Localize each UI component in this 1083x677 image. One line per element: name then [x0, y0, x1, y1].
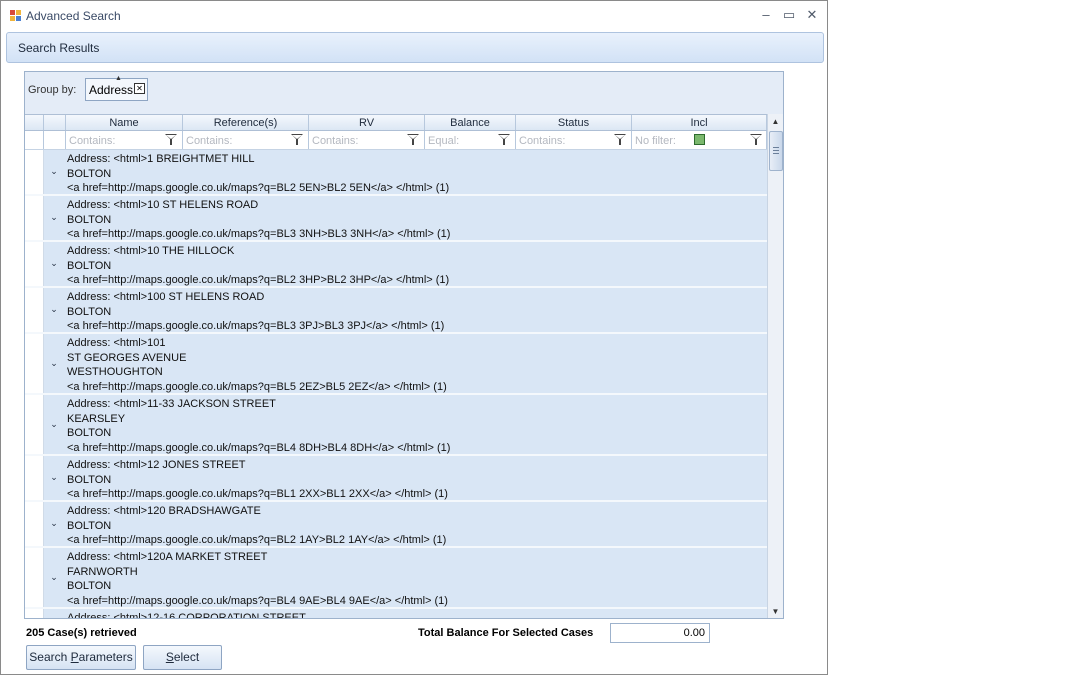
group-row-text: Address: <html>10 THE HILLOCK BOLTON <a … — [67, 245, 450, 286]
app-icon — [10, 10, 22, 22]
chevron-down-icon[interactable]: ⌄ — [49, 472, 59, 482]
results-grid: Group by: ▲ Address ✕ Name Reference(s) … — [24, 71, 784, 619]
minimize-button[interactable]: – — [757, 6, 775, 24]
group-row[interactable]: ⌄ Address: <html>100 ST HELENS ROAD BOLT… — [25, 288, 767, 334]
filter-incl-input[interactable]: No filter: — [632, 131, 767, 149]
vertical-scrollbar[interactable]: ▲ ▼ — [767, 114, 783, 618]
close-button[interactable]: ✕ — [803, 6, 821, 24]
group-rows: ⌄ Address: <html>1 BREIGHTMET HILL BOLTO… — [25, 150, 767, 619]
group-row[interactable]: ⌄ Address: <html>10 THE HILLOCK BOLTON <… — [25, 242, 767, 288]
column-header-balance[interactable]: Balance — [425, 115, 516, 130]
remove-group-icon[interactable]: ✕ — [134, 83, 145, 94]
window-title: Advanced Search — [26, 9, 121, 23]
filter-icon[interactable] — [498, 134, 510, 146]
filter-expander — [44, 131, 66, 149]
advanced-search-window: Advanced Search – ▭ ✕ Search Results Gro… — [0, 0, 828, 675]
group-by-address-chip[interactable]: ▲ Address ✕ — [85, 75, 148, 101]
column-header-name[interactable]: Name — [66, 115, 183, 130]
group-row-text: Address: <html>11-33 JACKSON STREET KEAR… — [67, 398, 451, 454]
group-row[interactable]: Address: <html>12-16 CORPORATION STREET — [25, 609, 767, 619]
group-row[interactable]: ⌄ Address: <html>12 JONES STREET BOLTON … — [25, 456, 767, 502]
title-bar[interactable]: Advanced Search – ▭ ✕ — [1, 1, 827, 31]
group-row-text: Address: <html>12-16 CORPORATION STREET — [67, 612, 306, 619]
group-by-panel: Group by: ▲ Address ✕ — [25, 72, 783, 114]
group-row[interactable]: ⌄ Address: <html>120A MARKET STREET FARN… — [25, 548, 767, 609]
filter-references-input[interactable]: Contains: — [183, 131, 309, 149]
column-header-incl[interactable]: Incl — [632, 115, 767, 130]
chevron-down-icon[interactable]: ⌄ — [49, 572, 59, 582]
total-balance-label: Total Balance For Selected Cases — [418, 627, 594, 639]
group-row-text: Address: <html>100 ST HELENS ROAD BOLTON… — [67, 291, 445, 332]
scroll-thumb[interactable] — [769, 131, 783, 171]
chevron-down-icon[interactable]: ⌄ — [49, 304, 59, 314]
header-expander — [44, 115, 66, 130]
group-by-label: Group by: — [28, 84, 77, 96]
filter-icon[interactable] — [750, 134, 762, 146]
scroll-up-icon[interactable]: ▲ — [768, 114, 783, 130]
filter-rv-input[interactable]: Contains: — [309, 131, 425, 149]
filter-balance-input[interactable]: Equal: — [425, 131, 516, 149]
chevron-down-icon[interactable]: ⌄ — [49, 212, 59, 222]
group-row-text: Address: <html>10 ST HELENS ROAD BOLTON … — [67, 199, 451, 240]
column-header-references[interactable]: Reference(s) — [183, 115, 309, 130]
column-header-row: Name Reference(s) RV Balance Status Incl — [25, 114, 767, 131]
column-header-rv[interactable]: RV — [309, 115, 425, 130]
group-row-text: Address: <html>1 BREIGHTMET HILL BOLTON … — [67, 153, 450, 194]
filter-icon[interactable] — [614, 134, 626, 146]
filter-indent — [25, 131, 44, 149]
chevron-down-icon[interactable]: ⌄ — [49, 166, 59, 176]
group-row[interactable]: ⌄ Address: <html>101 ST GEORGES AVENUE W… — [25, 334, 767, 395]
results-count: 205 Case(s) retrieved — [26, 627, 137, 639]
chevron-down-icon[interactable]: ⌄ — [49, 419, 59, 429]
group-row[interactable]: ⌄ Address: <html>120 BRADSHAWGATE BOLTON… — [25, 502, 767, 548]
filter-icon[interactable] — [165, 134, 177, 146]
filter-icon[interactable] — [407, 134, 419, 146]
group-row-text: Address: <html>12 JONES STREET BOLTON <a… — [67, 459, 448, 500]
header-indent — [25, 115, 44, 130]
total-balance-field: 0.00 — [610, 623, 710, 643]
group-row[interactable]: ⌄ Address: <html>10 ST HELENS ROAD BOLTO… — [25, 196, 767, 242]
search-parameters-button[interactable]: Search Parameters — [26, 645, 136, 670]
incl-filter-checkbox[interactable] — [694, 134, 705, 145]
filter-status-input[interactable]: Contains: — [516, 131, 632, 149]
search-results-header: Search Results — [6, 32, 824, 63]
select-button[interactable]: Select — [143, 645, 222, 670]
sort-ascending-icon: ▲ — [115, 75, 122, 82]
filter-row: Contains: Contains: Contains: Equal: Con… — [25, 131, 767, 150]
filter-icon[interactable] — [291, 134, 303, 146]
group-row-text: Address: <html>120 BRADSHAWGATE BOLTON <… — [67, 505, 447, 546]
chevron-down-icon[interactable]: ⌄ — [49, 258, 59, 268]
group-row-text: Address: <html>120A MARKET STREET FARNWO… — [67, 551, 448, 607]
panel-title: Search Results — [18, 41, 100, 55]
chevron-down-icon[interactable]: ⌄ — [49, 518, 59, 528]
group-row[interactable]: ⌄ Address: <html>11-33 JACKSON STREET KE… — [25, 395, 767, 456]
group-chip-label: Address — [89, 83, 134, 97]
maximize-button[interactable]: ▭ — [780, 6, 798, 24]
group-row[interactable]: ⌄ Address: <html>1 BREIGHTMET HILL BOLTO… — [25, 150, 767, 196]
chevron-down-icon[interactable]: ⌄ — [49, 358, 59, 368]
group-row-text: Address: <html>101 ST GEORGES AVENUE WES… — [67, 337, 447, 393]
column-header-status[interactable]: Status — [516, 115, 632, 130]
filter-name-input[interactable]: Contains: — [66, 131, 183, 149]
scroll-down-icon[interactable]: ▼ — [768, 604, 783, 618]
